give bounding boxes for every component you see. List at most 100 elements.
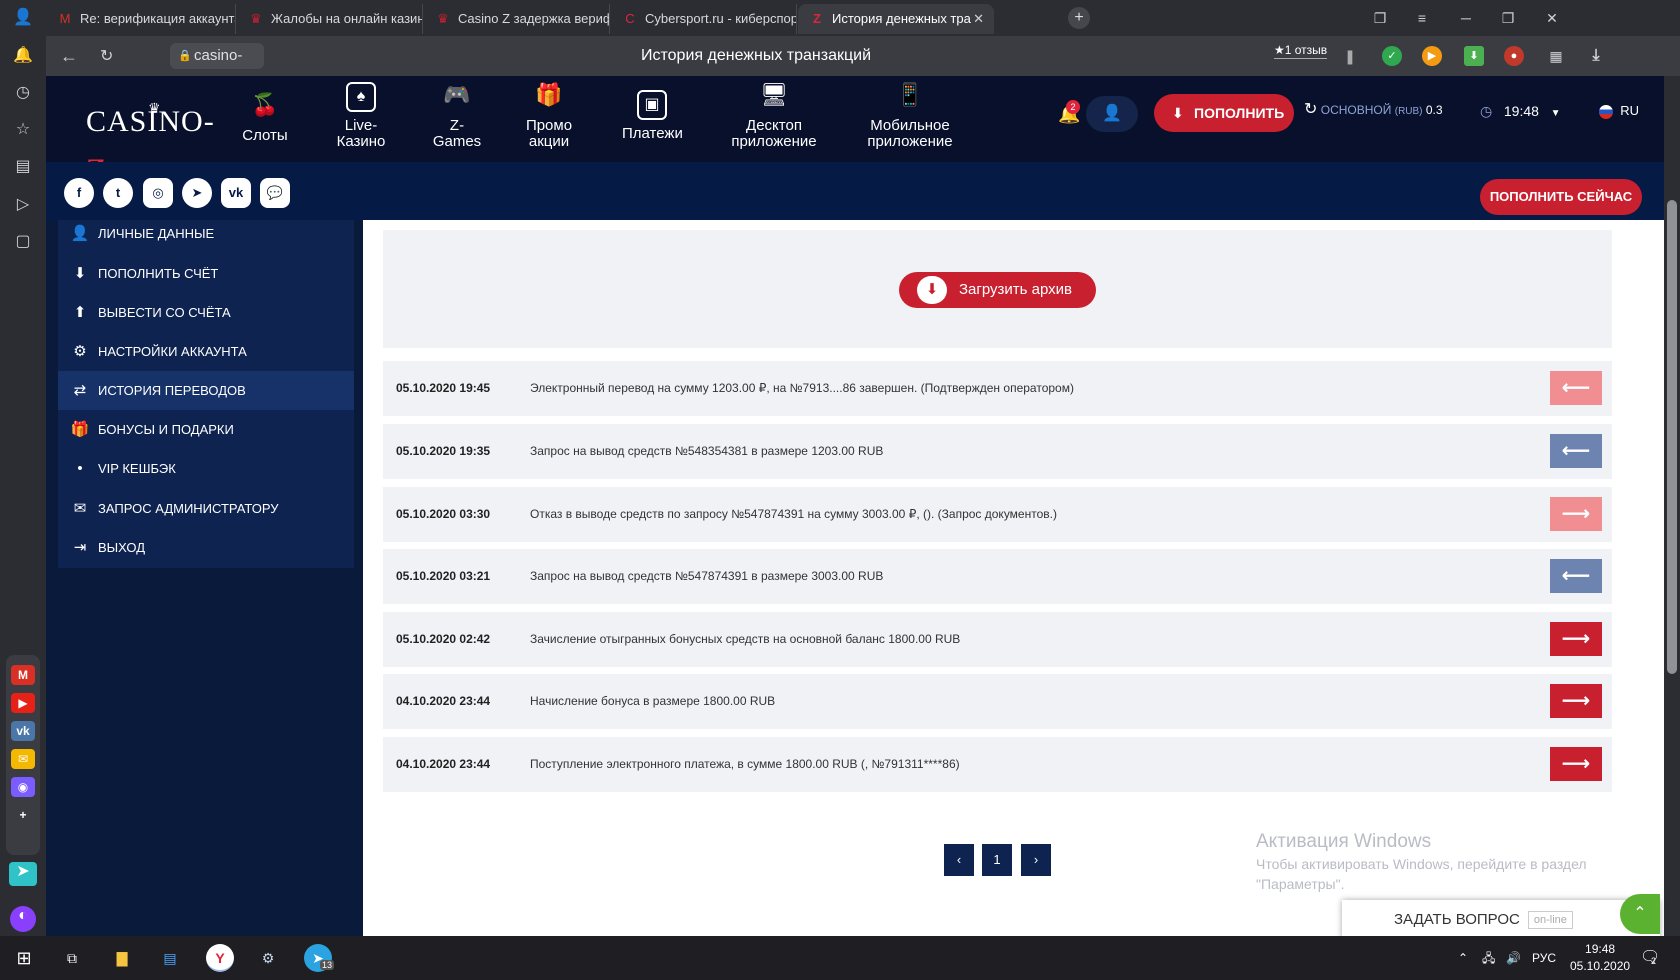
- menu-vip-cashback[interactable]: • VIP КЕШБЭК: [58, 449, 354, 488]
- close-window-icon[interactable]: ✕: [1532, 0, 1572, 36]
- youtube-icon[interactable]: ▶: [11, 693, 35, 713]
- video-icon[interactable]: ▷: [13, 195, 33, 215]
- minimize-icon[interactable]: ─: [1446, 0, 1486, 36]
- pager-page-button[interactable]: 1: [982, 844, 1012, 876]
- volume-icon[interactable]: 🔊: [1506, 936, 1521, 980]
- add-app-icon[interactable]: +: [11, 805, 35, 825]
- close-tab-icon[interactable]: ✕: [973, 4, 984, 34]
- pager-next-button[interactable]: ›: [1021, 844, 1051, 876]
- collections-icon[interactable]: ▤: [13, 157, 33, 177]
- deposit-now-button[interactable]: ПОПОЛНИТЬ СЕЙЧАС: [1480, 179, 1642, 215]
- menu-personal-data[interactable]: 👤 ЛИЧНЫЕ ДАННЫЕ: [58, 214, 354, 253]
- player-icon[interactable]: ▶: [1422, 46, 1442, 66]
- arrow-right-icon[interactable]: ⟶: [1550, 747, 1602, 781]
- messenger-icon[interactable]: ◉: [11, 777, 35, 797]
- arrow-right-icon[interactable]: ⟶: [1550, 622, 1602, 656]
- tab-history-active[interactable]: Z История денежных тра ✕: [798, 4, 994, 34]
- task-view-icon[interactable]: ⧉: [58, 944, 86, 972]
- arrow-left-icon[interactable]: ⟵: [1550, 371, 1602, 405]
- menu-logout[interactable]: ⇥ ВЫХОД: [58, 528, 354, 567]
- nav-label: приложение: [867, 133, 953, 150]
- bookmark-icon[interactable]: ❚: [1340, 46, 1360, 66]
- steam-icon[interactable]: ⚙: [254, 944, 282, 972]
- nav-z-games[interactable]: 🎮 Z- Games: [432, 82, 482, 150]
- pager-prev-button[interactable]: ‹: [944, 844, 974, 876]
- news-app-icon[interactable]: ▤: [156, 944, 184, 972]
- url-field[interactable]: 🔒casino-z.cc: [170, 43, 264, 90]
- nav-payments[interactable]: ▣ Платежи: [622, 90, 683, 142]
- menu-label: ЗАПРОС АДМИНИСТРАТОРУ: [98, 501, 279, 516]
- reviews-link[interactable]: ★1 отзыв: [1274, 42, 1328, 59]
- taskbar-clock[interactable]: 19:48 05.10.2020: [1570, 941, 1630, 975]
- arrow-right-icon[interactable]: ⟶: [1550, 684, 1602, 718]
- deposit-button[interactable]: ⬇ ПОПОЛНИТЬ: [1154, 94, 1294, 132]
- language-selector[interactable]: RU: [1599, 100, 1639, 122]
- telegram-icon[interactable]: ➤: [182, 178, 212, 208]
- tab-complaints[interactable]: ♛ Жалобы на онлайн казино: [237, 4, 423, 34]
- menu-account-settings[interactable]: ⚙ НАСТРОЙКИ АККАУНТА: [58, 332, 354, 371]
- menu-bonuses[interactable]: 🎁 БОНУСЫ И ПОДАРКИ: [58, 410, 354, 449]
- arrow-left-icon[interactable]: ⟵: [1550, 559, 1602, 593]
- bookmarks-icon[interactable]: ☆: [13, 120, 33, 140]
- back-icon[interactable]: ←: [60, 46, 78, 67]
- casino-z-logo[interactable]: ♛ CASINO-Z: [86, 98, 230, 186]
- restore-icon[interactable]: ❐: [1488, 0, 1528, 36]
- nav-promo[interactable]: 🎁 Промо акции: [524, 82, 574, 150]
- reload-icon[interactable]: ↻: [100, 46, 113, 66]
- nav-desktop-app[interactable]: 🖥 Десктоп приложение: [726, 82, 822, 150]
- instagram-icon[interactable]: ◎: [143, 178, 173, 208]
- downloads-icon[interactable]: ⤓: [1586, 46, 1606, 66]
- network-icon[interactable]: 🖧: [1482, 936, 1495, 980]
- social-bar: f t ◎ ➤ vk 💬 ПОПОЛНИТЬ СЕЙЧАС: [46, 162, 1664, 220]
- gmail-icon[interactable]: M: [11, 665, 35, 685]
- nav-slots[interactable]: 🍒 Слоты: [242, 92, 288, 144]
- tabs-count-icon[interactable]: ▢: [13, 232, 33, 252]
- notification-badge: 2: [1066, 100, 1080, 114]
- menu-admin-request[interactable]: ✉ ЗАПРОС АДМИНИСТРАТОРУ: [58, 489, 354, 528]
- nav-mobile-app[interactable]: 📱 Мобильное приложение: [862, 82, 958, 150]
- balance-display[interactable]: ↻ ОСНОВНОЙ (RUB) 0.3: [1304, 100, 1443, 122]
- tabs-menu-icon[interactable]: ❐: [1360, 0, 1400, 36]
- scrollbar-thumb[interactable]: [1667, 200, 1677, 674]
- mail-icon[interactable]: ✉: [11, 749, 35, 769]
- menu-icon[interactable]: ≡: [1402, 0, 1442, 36]
- tray-chevron-icon[interactable]: ⌃: [1458, 936, 1468, 980]
- alice-icon[interactable]: ◐: [10, 906, 36, 932]
- nav-live-casino[interactable]: ♠ Live- Казино: [336, 82, 386, 150]
- new-tab-button[interactable]: +: [1068, 7, 1090, 29]
- chat-icon[interactable]: 💬: [260, 178, 290, 208]
- file-explorer-icon[interactable]: ▇: [108, 944, 136, 972]
- transaction-description: Отказ в выводе средств по запросу №54787…: [530, 507, 1057, 521]
- menu-transfer-history[interactable]: ⇄ ИСТОРИЯ ПЕРЕВОДОВ: [58, 371, 354, 410]
- page-scrollbar[interactable]: [1664, 76, 1680, 936]
- send-icon[interactable]: ➤: [9, 862, 37, 886]
- history-icon[interactable]: ◷: [13, 83, 33, 103]
- transaction-description: Зачисление отыгранных бонусных средств н…: [530, 632, 961, 646]
- twitter-icon[interactable]: t: [103, 178, 133, 208]
- vk-icon[interactable]: vk: [221, 178, 251, 208]
- transaction-row: 05.10.2020 19:45 Электронный перевод на …: [383, 361, 1612, 416]
- download-manager-icon[interactable]: ⬇: [1464, 46, 1484, 66]
- windows-start-icon[interactable]: ⊞: [10, 944, 38, 972]
- user-button[interactable]: 👤: [1086, 96, 1138, 132]
- facebook-icon[interactable]: f: [64, 178, 94, 208]
- arrow-right-icon[interactable]: ⟶: [1550, 497, 1602, 531]
- chevron-up-icon[interactable]: ⌃: [1620, 894, 1660, 934]
- menu-deposit[interactable]: ⬇ ПОПОЛНИТЬ СЧЁТ: [58, 254, 354, 293]
- notifications-icon[interactable]: 🔔: [13, 46, 33, 66]
- adblock-icon[interactable]: ✓: [1382, 46, 1402, 66]
- yandex-browser-icon[interactable]: Y: [206, 944, 234, 972]
- profile-icon[interactable]: 👤: [13, 8, 33, 28]
- ask-question-widget[interactable]: ЗАДАТЬ ВОПРОС on-line ⌃: [1342, 894, 1660, 940]
- arrow-left-icon[interactable]: ⟵: [1550, 434, 1602, 468]
- menu-withdraw[interactable]: ⬆ ВЫВЕСТИ СО СЧЁТА: [58, 293, 354, 332]
- vk-icon[interactable]: vk: [11, 721, 35, 741]
- reader-icon[interactable]: ▦: [1546, 46, 1566, 66]
- tab-gmail[interactable]: M Re: верификация аккаунта: [46, 4, 236, 34]
- clock[interactable]: ◷ 19:48 ▼: [1480, 100, 1561, 125]
- tab-casino-z-delay[interactable]: ♛ Casino Z задержка вериф: [424, 4, 610, 34]
- input-language[interactable]: РУС: [1532, 936, 1556, 980]
- extension-icon[interactable]: ●: [1504, 46, 1524, 66]
- download-archive-button[interactable]: ⬇ Загрузить архив: [899, 272, 1096, 308]
- tab-cybersport[interactable]: C Cybersport.ru - киберспор: [611, 4, 797, 34]
